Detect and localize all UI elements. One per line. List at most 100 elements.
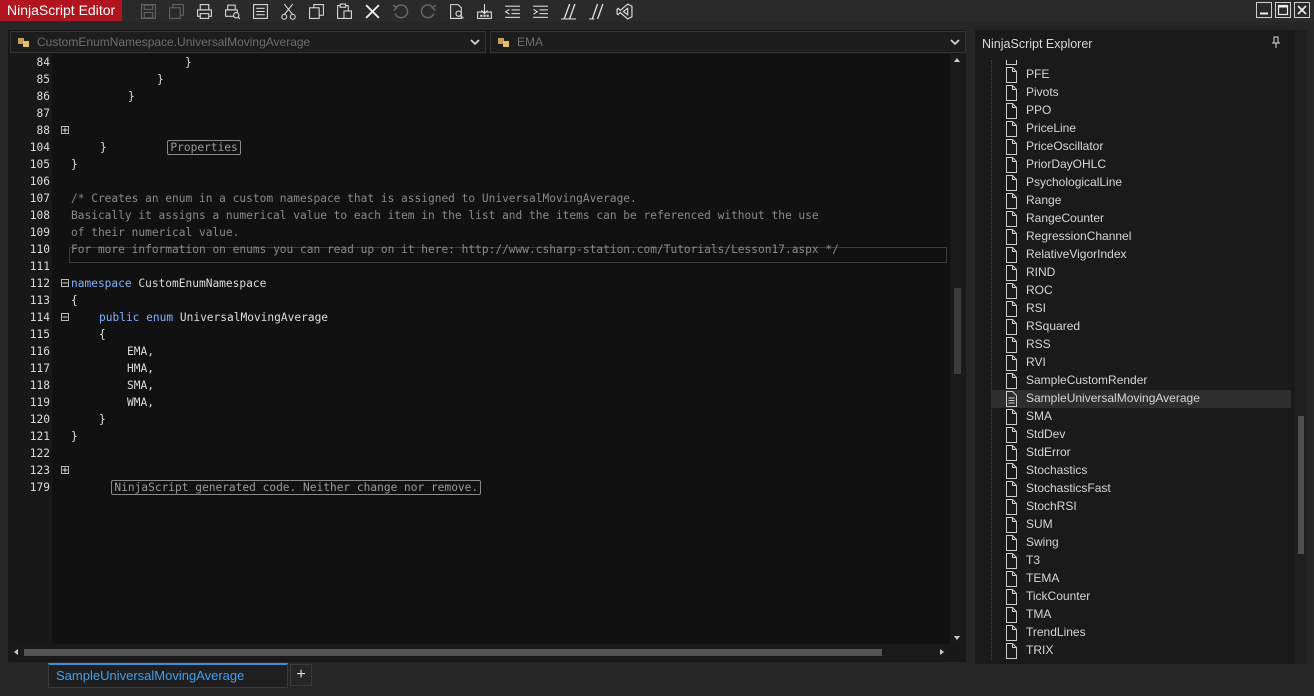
file-icon xyxy=(1006,571,1017,587)
explorer-item[interactable]: PriceOscillator xyxy=(991,138,1291,156)
app-title: NinjaScript Editor xyxy=(0,0,123,21)
explorer-item-label: ParabolicSAR xyxy=(1026,60,1101,63)
build-icon[interactable] xyxy=(474,1,495,22)
scroll-right-icon[interactable] xyxy=(938,648,946,656)
explorer-item[interactable]: StdDev xyxy=(991,426,1291,444)
explorer-item[interactable]: RelativeVigorIndex xyxy=(991,246,1291,264)
explorer-vertical-scrollbar[interactable] xyxy=(1295,30,1307,664)
uncomment-icon[interactable] xyxy=(586,1,607,22)
file-icon xyxy=(1006,121,1017,137)
scrollbar-thumb[interactable] xyxy=(24,649,882,656)
document-tab-bar: SampleUniversalMovingAverage + xyxy=(8,662,966,688)
print-preview-icon[interactable] xyxy=(222,1,243,22)
tab-sample-universal-moving-average[interactable]: SampleUniversalMovingAverage xyxy=(48,663,288,688)
code-editor-panel: CustomEnumNamespace.UniversalMovingAvera… xyxy=(8,30,966,662)
toolbar xyxy=(138,0,635,22)
collapse-region-icon[interactable] xyxy=(61,279,69,287)
scroll-left-icon[interactable] xyxy=(12,648,20,656)
maximize-icon[interactable] xyxy=(1275,2,1291,18)
explorer-item[interactable]: TickCounter xyxy=(991,588,1291,606)
editor-vertical-scrollbar[interactable] xyxy=(951,54,964,644)
explorer-item-label: PriorDayOHLC xyxy=(1026,157,1107,171)
file-icon xyxy=(1006,319,1017,335)
explorer-title: NinjaScript Explorer xyxy=(982,37,1093,51)
explorer-item[interactable]: PriorDayOHLC xyxy=(991,156,1291,174)
print-icon[interactable] xyxy=(194,1,215,22)
undo-icon[interactable] xyxy=(390,1,411,22)
redo-icon[interactable] xyxy=(418,1,439,22)
code-line: HMA, xyxy=(127,362,154,375)
editor-horizontal-scrollbar[interactable] xyxy=(10,646,948,659)
explorer-item[interactable]: TEMA xyxy=(991,570,1291,588)
expand-region-icon[interactable] xyxy=(61,466,69,474)
explorer-item[interactable]: PFE xyxy=(991,66,1291,84)
explorer-item[interactable]: SampleUniversalMovingAverage xyxy=(991,390,1291,408)
explorer-item[interactable]: TMA xyxy=(991,606,1291,624)
properties-region[interactable]: Properties xyxy=(167,140,241,155)
explorer-item-label: SampleUniversalMovingAverage xyxy=(1026,391,1200,405)
outdent-icon[interactable] xyxy=(502,1,523,22)
close-icon[interactable] xyxy=(1294,2,1310,18)
explorer-item[interactable]: T3 xyxy=(991,552,1291,570)
line-number-gutter: 84 85 86 87 88 104 105 106 107 108 109 1… xyxy=(8,54,52,644)
namespace-dropdown[interactable]: CustomEnumNamespace.UniversalMovingAvera… xyxy=(10,31,486,53)
explorer-item[interactable]: RegressionChannel xyxy=(991,228,1291,246)
explorer-item[interactable]: PsychologicalLine xyxy=(991,174,1291,192)
explorer-item[interactable]: RSI xyxy=(991,300,1291,318)
explorer-item[interactable]: SMA xyxy=(991,408,1291,426)
list-icon[interactable] xyxy=(250,1,271,22)
visual-studio-icon[interactable] xyxy=(614,1,635,22)
explorer-item-label: TRIX xyxy=(1026,643,1054,657)
pin-icon[interactable] xyxy=(1271,36,1281,48)
scroll-up-icon[interactable] xyxy=(953,56,961,64)
explorer-item[interactable]: RIND xyxy=(991,264,1291,282)
chevron-down-icon xyxy=(470,39,480,46)
explorer-item[interactable]: ROC xyxy=(991,282,1291,300)
find-icon[interactable] xyxy=(446,1,467,22)
code-line: SMA, xyxy=(127,379,154,392)
scrollbar-thumb[interactable] xyxy=(1298,416,1304,554)
explorer-item[interactable]: Stochastics xyxy=(991,462,1291,480)
collapse-region-icon[interactable] xyxy=(61,313,69,321)
minimize-icon[interactable] xyxy=(1256,2,1272,18)
paste-icon[interactable] xyxy=(334,1,355,22)
explorer-item[interactable]: Swing xyxy=(991,534,1291,552)
explorer-item-label: StdError xyxy=(1026,445,1071,459)
add-tab-button[interactable]: + xyxy=(290,664,312,686)
explorer-item[interactable]: RSquared xyxy=(991,318,1291,336)
explorer-item[interactable]: TRIX xyxy=(991,642,1291,660)
copy-icon[interactable] xyxy=(306,1,327,22)
save-icon[interactable] xyxy=(138,1,159,22)
file-icon xyxy=(1006,103,1017,119)
explorer-item[interactable]: TrendLines xyxy=(991,624,1291,642)
cut-icon[interactable] xyxy=(278,1,299,22)
line-number: 104 xyxy=(29,141,50,154)
explorer-item[interactable]: SUM xyxy=(991,516,1291,534)
line-number: 119 xyxy=(29,396,50,409)
comment-icon[interactable] xyxy=(558,1,579,22)
explorer-item[interactable]: PPO xyxy=(991,102,1291,120)
explorer-item[interactable]: Pivots xyxy=(991,84,1291,102)
generated-code-region[interactable]: NinjaScript generated code. Neither chan… xyxy=(111,480,482,495)
expand-region-icon[interactable] xyxy=(61,126,69,134)
explorer-item[interactable]: RSS xyxy=(991,336,1291,354)
scrollbar-thumb[interactable] xyxy=(954,288,961,374)
explorer-item[interactable]: RangeCounter xyxy=(991,210,1291,228)
explorer-item[interactable]: Range xyxy=(991,192,1291,210)
code-text-area[interactable]: } } } Properties } } /* Creates an enum … xyxy=(52,54,950,644)
explorer-item[interactable]: SampleCustomRender xyxy=(991,372,1291,390)
explorer-item[interactable]: StochRSI xyxy=(991,498,1291,516)
delete-icon[interactable] xyxy=(362,1,383,22)
explorer-item[interactable]: PriceLine xyxy=(991,120,1291,138)
explorer-item-label: StochRSI xyxy=(1026,499,1077,513)
member-dropdown[interactable]: EMA xyxy=(490,31,966,53)
indent-icon[interactable] xyxy=(530,1,551,22)
scroll-down-icon[interactable] xyxy=(953,634,961,642)
code-line: namespace CustomEnumNamespace xyxy=(71,275,266,292)
explorer-item[interactable]: StochasticsFast xyxy=(991,480,1291,498)
explorer-item[interactable]: StdError xyxy=(991,444,1291,462)
explorer-item[interactable]: RVI xyxy=(991,354,1291,372)
line-number: 122 xyxy=(29,447,50,460)
file-icon xyxy=(1006,85,1017,101)
save-all-icon[interactable] xyxy=(166,1,187,22)
